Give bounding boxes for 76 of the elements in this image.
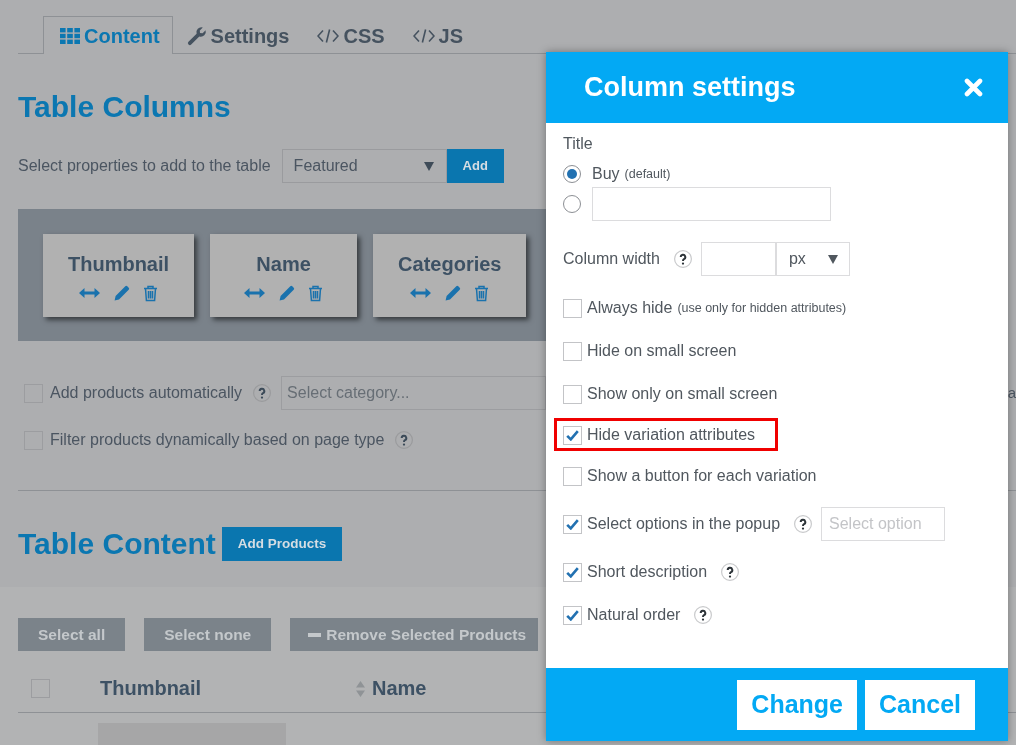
checkbox[interactable] — [563, 298, 582, 318]
check-icon — [566, 429, 579, 441]
add-products-button[interactable]: Add Products — [221, 527, 343, 561]
double-arrow-icon[interactable] — [244, 288, 266, 298]
help-icon[interactable] — [721, 563, 740, 581]
unit-dropdown[interactable]: px — [775, 242, 850, 276]
add-button[interactable]: Add — [446, 149, 504, 183]
checkbox[interactable] — [563, 562, 582, 582]
check-icon — [566, 609, 579, 621]
code-icon — [317, 27, 340, 44]
minus-icon — [308, 632, 322, 637]
tab[interactable]: Content — [43, 16, 173, 54]
footer-button[interactable]: Change — [737, 679, 857, 730]
checkbox[interactable] — [563, 514, 582, 534]
option-label: Add products automatically — [50, 383, 243, 403]
check-icon — [566, 566, 579, 578]
option-label: Buy — [592, 164, 620, 184]
close-icon[interactable] — [964, 78, 983, 97]
text-field[interactable] — [592, 187, 831, 221]
checkbox[interactable] — [563, 466, 582, 486]
dialog-title: Column settings — [584, 71, 796, 104]
option-label: Filter products dynamically based on page type — [50, 430, 385, 450]
help-icon[interactable] — [694, 606, 713, 624]
options-field[interactable]: Select option — [821, 507, 946, 541]
column-name: Thumbnail — [68, 252, 170, 276]
help-icon[interactable] — [794, 515, 813, 533]
setting-label: Hide variation attributes — [587, 425, 756, 445]
pencil-icon[interactable] — [113, 284, 131, 302]
action-button[interactable]: Select all — [18, 618, 126, 651]
field-label: Title — [563, 134, 593, 154]
setting-label: Hide on small screen — [587, 341, 737, 361]
check-icon — [566, 518, 579, 530]
setting-label: Show only on small screen — [587, 384, 778, 404]
pencil-icon[interactable] — [444, 284, 462, 302]
column-header: Thumbnail — [100, 676, 202, 701]
tab[interactable]: CSS — [303, 16, 399, 54]
setting-note: (use only for hidden attributes) — [677, 300, 847, 317]
field-label: Column width — [563, 249, 660, 269]
setting-label: Always hide — [587, 298, 673, 318]
setting-label: Natural order — [587, 605, 681, 625]
column-header: Name — [372, 676, 427, 701]
checkbox[interactable] — [563, 605, 582, 625]
code-icon — [412, 27, 435, 44]
footer-button[interactable]: Cancel — [865, 679, 975, 730]
cut-off-text: a — [1007, 383, 1016, 403]
checkbox[interactable] — [563, 341, 582, 361]
properties-dropdown[interactable]: Featured — [281, 149, 447, 183]
tab[interactable]: Settings — [172, 16, 304, 54]
sort-icon[interactable] — [356, 680, 365, 697]
action-button[interactable]: Select none — [144, 618, 272, 651]
checkbox[interactable] — [563, 384, 582, 404]
double-arrow-icon[interactable] — [410, 288, 432, 298]
section-heading: Table Columns — [18, 89, 231, 125]
option-note: (default) — [624, 166, 671, 183]
tab[interactable]: JS — [398, 16, 478, 54]
caret-icon — [827, 254, 838, 264]
setting-label: Short description — [587, 562, 708, 582]
caret-icon — [423, 161, 434, 171]
grid-icon — [60, 27, 80, 44]
width-field[interactable] — [700, 242, 776, 276]
trash-icon[interactable] — [474, 284, 490, 302]
setting-label: Select options in the popup — [587, 514, 781, 534]
setting-label: Show a button for each variation — [587, 466, 817, 486]
wrench-icon — [186, 25, 207, 46]
properties-label: Select properties to add to the table — [18, 156, 271, 176]
action-button[interactable]: Remove Selected Products — [290, 618, 539, 651]
trash-icon[interactable] — [308, 284, 324, 302]
category-select[interactable]: Select category... — [281, 376, 547, 410]
help-icon[interactable] — [673, 250, 692, 268]
section-heading: Table Content — [18, 526, 216, 562]
double-arrow-icon[interactable] — [79, 288, 101, 298]
trash-icon[interactable] — [143, 284, 159, 302]
column-name: Name — [255, 252, 312, 276]
column-name: Categories — [398, 252, 502, 276]
checkbox[interactable] — [563, 425, 582, 445]
pencil-icon[interactable] — [278, 284, 296, 302]
